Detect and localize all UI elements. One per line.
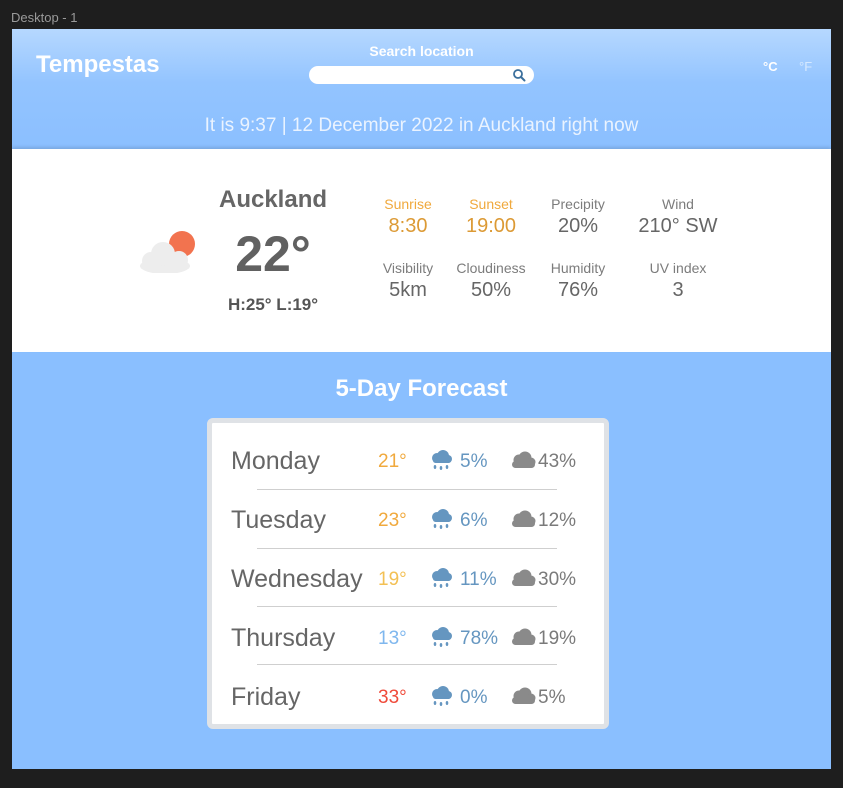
forecast-row-thursday: Thursday 13° 78% 19% [212, 606, 604, 665]
sunset-stat: Sunset 19:00 [451, 196, 531, 238]
rain-cloud-icon [432, 627, 452, 647]
forecast-day: Tuesday [231, 506, 326, 534]
stat-label: Sunset [469, 196, 513, 212]
forecast-title: 5-Day Forecast [335, 375, 508, 402]
cloud-icon [512, 628, 536, 645]
stat-value: 19:00 [465, 215, 517, 237]
rain-cloud-icon [432, 568, 452, 588]
forecast-day: Friday [231, 683, 301, 711]
search-input[interactable] [319, 67, 504, 83]
forecast-cloudiness: 5% [538, 687, 566, 708]
forecast-temperature: 23° [378, 510, 407, 531]
current-time-line: It is 9:37 | 12 December 2022 in Aucklan… [204, 115, 639, 136]
forecast-rain-chance: 78% [460, 628, 499, 649]
current-temperature: 22° [235, 226, 311, 282]
stat-value: 20% [557, 215, 599, 237]
stat-value: 50% [470, 279, 512, 301]
stat-label: Precipity [551, 196, 605, 212]
forecast-rain-chance: 11% [460, 569, 497, 590]
search-box[interactable] [309, 66, 534, 84]
partly-cloudy-icon [140, 231, 195, 273]
forecast-day: Wednesday [231, 565, 363, 593]
stat-value: 5km [389, 279, 427, 301]
stat-value: 8:30 [388, 215, 428, 237]
cloud-icon [512, 451, 536, 468]
search-label: Search location [369, 43, 474, 59]
header: Tempestas Search location °C °F It is 9:… [12, 29, 831, 149]
forecast-rain-chance: 5% [460, 451, 488, 472]
cloud-icon [512, 510, 536, 527]
forecast-cloudiness: 19% [538, 628, 577, 649]
rain-cloud-icon [432, 450, 452, 470]
forecast-temperature: 33° [378, 687, 407, 708]
forecast-day: Monday [231, 447, 320, 475]
stat-label: Visibility [382, 260, 434, 276]
forecast-row-tuesday: Tuesday 23° 6% 12% [212, 488, 604, 547]
sunrise-stat: Sunrise 8:30 [368, 196, 448, 238]
high-low-temperature: H:25° L:19° [227, 295, 319, 314]
cloud-icon [512, 687, 536, 704]
forecast-row-friday: Friday 33° 0% 5% [212, 665, 604, 724]
stat-label: UV index [649, 260, 707, 276]
precipitation-stat: Precipity 20% [533, 196, 623, 238]
forecast-day: Thursday [231, 624, 336, 652]
wind-stat: Wind 210° SW [628, 196, 728, 238]
forecast-row-monday: Monday 21° 5% 43% [212, 429, 604, 488]
stat-value: 76% [557, 279, 599, 301]
forecast-cloudiness: 12% [538, 510, 577, 531]
forecast-row-wednesday: Wednesday 19° 11% 30% [212, 547, 604, 606]
current-weather-panel: Auckland 22° H:25° L:19° Sunrise 8:30 Su… [12, 149, 831, 352]
stat-value: 3 [672, 279, 684, 301]
forecast-temperature: 13° [378, 628, 407, 649]
stat-label: Cloudiness [456, 260, 526, 276]
celsius-toggle[interactable]: °C [763, 59, 778, 74]
stat-label: Humidity [550, 260, 606, 276]
forecast-cloudiness: 30% [538, 569, 577, 590]
forecast-cloudiness: 43% [538, 451, 577, 472]
forecast-rain-chance: 0% [460, 687, 488, 708]
visibility-stat: Visibility 5km [368, 260, 448, 302]
rain-cloud-icon [432, 686, 452, 706]
forecast-temperature: 21° [378, 451, 407, 472]
forecast-card: Monday 21° 5% 43% Tuesday 23° 6% 12% Wed… [207, 418, 609, 729]
stat-label: Sunrise [384, 196, 432, 212]
search-icon[interactable] [512, 68, 526, 82]
app-title: Tempestas [36, 51, 160, 78]
stat-value: 210° SW [638, 215, 718, 237]
city-name: Auckland [218, 186, 328, 213]
cloudiness-stat: Cloudiness 50% [447, 260, 535, 302]
forecast-temperature: 19° [378, 569, 407, 590]
uv-index-stat: UV index 3 [628, 260, 728, 302]
frame-label: Desktop - 1 [11, 10, 78, 25]
humidity-stat: Humidity 76% [533, 260, 623, 302]
stat-label: Wind [662, 196, 694, 212]
forecast-rain-chance: 6% [460, 510, 488, 531]
fahrenheit-toggle[interactable]: °F [799, 59, 812, 74]
weather-app: Tempestas Search location °C °F It is 9:… [12, 29, 831, 769]
rain-cloud-icon [432, 509, 452, 529]
cloud-icon [512, 569, 536, 586]
